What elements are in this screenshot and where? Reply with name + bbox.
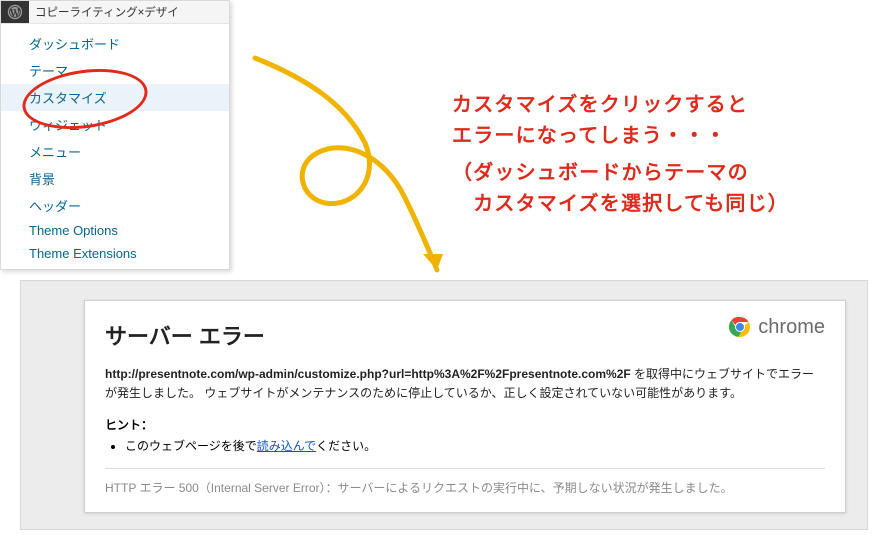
- browser-brand: chrome: [728, 315, 825, 339]
- error-title: サーバー エラー: [105, 319, 825, 351]
- chrome-icon: [728, 315, 752, 339]
- wp-appearance-submenu: ダッシュボード テーマ カスタマイズ ウィジェット メニュー 背景 ヘッダー T…: [1, 24, 229, 269]
- annotation-text: カスタマイズをクリックすると エラーになってしまう・・・ （ダッシュボードからテ…: [452, 90, 789, 220]
- error-url: http://presentnote.com/wp-admin/customiz…: [105, 367, 631, 381]
- sidebar-item-theme-extensions[interactable]: Theme Extensions: [1, 242, 229, 265]
- error-description: http://presentnote.com/wp-admin/customiz…: [105, 365, 825, 402]
- annotation-line: （ダッシュボードからテーマの: [452, 158, 789, 189]
- annotation-line: カスタマイズをクリックすると: [452, 90, 789, 121]
- wp-logo-cell[interactable]: [1, 1, 29, 23]
- hint-text-post: ください。: [316, 439, 376, 453]
- annotation-line: カスタマイズを選択しても同じ）: [452, 189, 789, 220]
- sidebar-item-background[interactable]: 背景: [1, 165, 229, 192]
- annotation-line: エラーになってしまう・・・: [452, 121, 789, 152]
- sidebar-item-menus[interactable]: メニュー: [1, 138, 229, 165]
- hint-text-pre: このウェブページを後で: [125, 439, 257, 453]
- http-status-line: HTTP エラー 500（Internal Server Error）：サーバー…: [105, 479, 825, 496]
- hint-item: このウェブページを後で読み込んでください。: [125, 437, 825, 454]
- wordpress-icon: [7, 4, 23, 20]
- wp-adminbar: コピーライティング×デザイ: [1, 1, 229, 24]
- sidebar-item-theme-options[interactable]: Theme Options: [1, 219, 229, 242]
- wp-sidebar-flyout: コピーライティング×デザイ ダッシュボード テーマ カスタマイズ ウィジェット …: [0, 0, 230, 270]
- hint-label: ヒント：: [105, 416, 825, 433]
- divider: [105, 468, 825, 469]
- hint-list: このウェブページを後で読み込んでください。: [125, 437, 825, 454]
- wp-site-title[interactable]: コピーライティング×デザイ: [29, 4, 179, 20]
- sidebar-item-header[interactable]: ヘッダー: [1, 192, 229, 219]
- error-card: chrome サーバー エラー http://presentnote.com/w…: [84, 300, 846, 513]
- browser-name: chrome: [758, 316, 825, 339]
- sidebar-item-dashboard[interactable]: ダッシュボード: [1, 30, 229, 57]
- reload-link[interactable]: 読み込んで: [257, 439, 316, 453]
- curly-arrow-icon: [245, 48, 455, 288]
